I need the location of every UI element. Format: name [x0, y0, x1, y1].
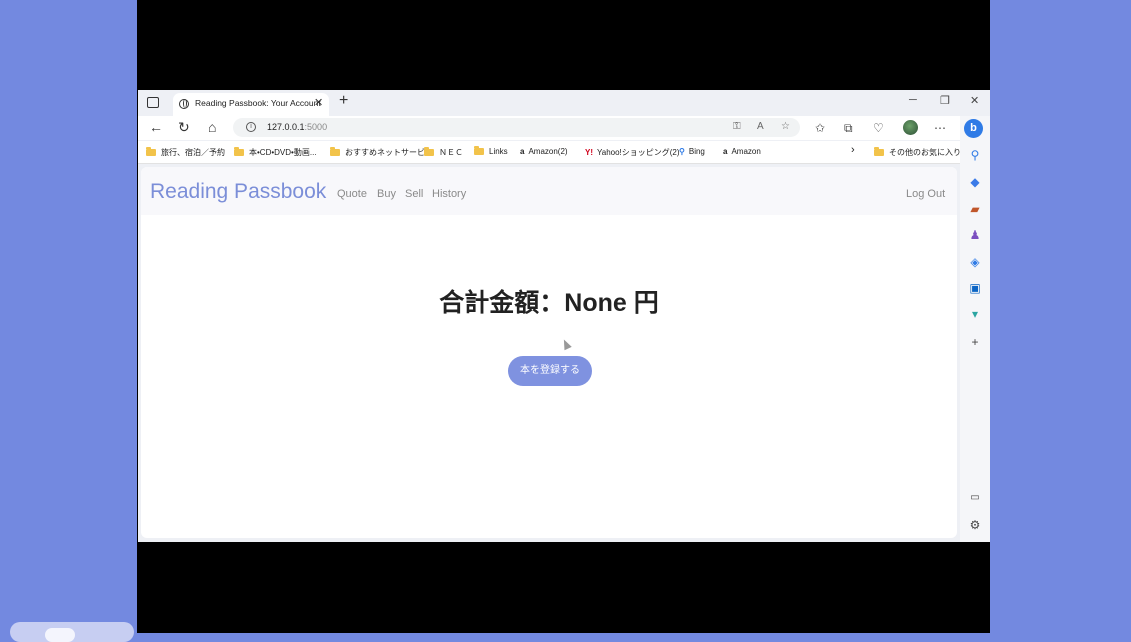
nav-quote[interactable]: Quote	[337, 188, 367, 200]
edge-sidebar: b ⚲ ◆ ▰ ♟ ◈ ▣ ▾ + ▭ ⚙	[960, 116, 990, 542]
url-text: 127.0.0.1:5000	[267, 122, 328, 132]
bookmark-folder[interactable]: Links	[474, 146, 508, 156]
minimize-icon[interactable]: ─	[909, 94, 917, 106]
folder-icon	[474, 146, 484, 155]
bookmark-folder[interactable]: 本•CD•DVD•動画...	[234, 147, 317, 158]
favorite-star-icon[interactable]: ☆	[781, 121, 790, 132]
address-bar[interactable]: i 127.0.0.1:5000 ⚿ A ☆	[233, 118, 800, 137]
title-bar: Reading Passbook: Your Account ✕ + ─ ❐ ✕	[138, 90, 990, 116]
read-aloud-icon[interactable]: A	[757, 121, 764, 132]
drop-icon[interactable]: ▾	[967, 307, 983, 321]
tab-actions-icon[interactable]	[147, 97, 159, 108]
info-icon[interactable]: i	[246, 122, 256, 132]
browser-tab[interactable]: Reading Passbook: Your Account ✕	[173, 93, 329, 116]
bing-chat-icon[interactable]: b	[964, 119, 983, 138]
nav-history[interactable]: History	[432, 188, 466, 200]
logout-link[interactable]: Log Out	[906, 188, 945, 200]
left-background	[0, 0, 137, 633]
mouse-cursor	[560, 337, 572, 351]
new-tab-icon[interactable]: +	[339, 92, 348, 110]
restore-icon[interactable]: ❐	[940, 94, 950, 107]
browser-window: Reading Passbook: Your Account ✕ + ─ ❐ ✕…	[138, 90, 990, 542]
browser-essentials-icon[interactable]: ♡	[873, 121, 884, 135]
add-icon[interactable]: +	[967, 335, 983, 349]
register-book-button[interactable]: 本を登録する	[508, 356, 592, 386]
bookmark-folder[interactable]: ＮＥＣ	[424, 147, 463, 158]
nav-sell[interactable]: Sell	[405, 188, 423, 200]
office-icon[interactable]: ◈	[967, 255, 983, 269]
brand-link[interactable]: Reading Passbook	[150, 180, 326, 204]
bookmark-link[interactable]: a Amazon(2)	[520, 147, 568, 156]
folder-icon	[146, 147, 156, 156]
folder-icon	[330, 147, 340, 156]
other-favorites[interactable]: その他のお気に入り	[874, 147, 961, 158]
people-icon[interactable]: ♟	[967, 228, 983, 242]
search-icon: ⚲	[679, 147, 685, 156]
tools-icon[interactable]: ▰	[967, 202, 983, 216]
amazon-icon: a	[723, 147, 728, 156]
amazon-icon: a	[520, 147, 525, 156]
app-navbar: Reading Passbook Quote Buy Sell History …	[141, 167, 957, 215]
search-icon[interactable]: ⚲	[967, 148, 983, 162]
bottom-pill-knob	[45, 628, 75, 642]
bookmarks-bar: 旅行、宿泊／予約 本•CD•DVD•動画... おすすめネットサービス ＮＥＣ …	[138, 141, 990, 164]
sidebar-toggle-icon[interactable]: ▭	[967, 492, 983, 503]
close-window-icon[interactable]: ✕	[970, 94, 979, 107]
folder-icon	[424, 147, 434, 156]
yahoo-icon: Y!	[585, 148, 593, 157]
favorites-icon[interactable]: ✩	[815, 121, 825, 135]
bookmark-link[interactable]: ⚲ Bing	[679, 147, 705, 156]
bookmark-link[interactable]: a Amazon	[723, 147, 761, 156]
folder-icon	[874, 147, 884, 156]
profile-avatar[interactable]	[903, 120, 918, 135]
tab-title: Reading Passbook: Your Account	[195, 98, 321, 108]
gear-icon[interactable]: ⚙	[967, 518, 983, 532]
key-icon[interactable]: ⚿	[733, 121, 741, 132]
page-viewport: Reading Passbook Quote Buy Sell History …	[141, 167, 957, 538]
shopping-tag-icon[interactable]: ◆	[967, 175, 983, 189]
bookmark-folder[interactable]: おすすめネットサービス	[330, 147, 433, 158]
total-amount: 合計金額：None 円	[439, 289, 659, 317]
collections-icon[interactable]: ⧉	[844, 121, 853, 136]
globe-icon	[179, 99, 189, 109]
chevron-right-icon[interactable]: ›	[851, 144, 855, 156]
refresh-icon[interactable]: ↻	[178, 119, 190, 136]
navigation-bar: ← ↻ ⌂ i 127.0.0.1:5000 ⚿ A ☆ ✩ ⧉ ♡ ⋯	[138, 116, 990, 140]
back-icon[interactable]: ←	[149, 119, 163, 135]
close-tab-icon[interactable]: ✕	[314, 96, 323, 109]
bookmark-folder[interactable]: 旅行、宿泊／予約	[146, 147, 225, 158]
right-background	[990, 0, 1131, 633]
home-icon[interactable]: ⌂	[208, 119, 216, 135]
more-icon[interactable]: ⋯	[934, 121, 946, 135]
folder-icon	[234, 147, 244, 156]
outlook-icon[interactable]: ▣	[967, 281, 983, 295]
bookmark-link[interactable]: Y! Yahoo!ショッピング(2)	[585, 147, 680, 158]
nav-buy[interactable]: Buy	[377, 188, 396, 200]
